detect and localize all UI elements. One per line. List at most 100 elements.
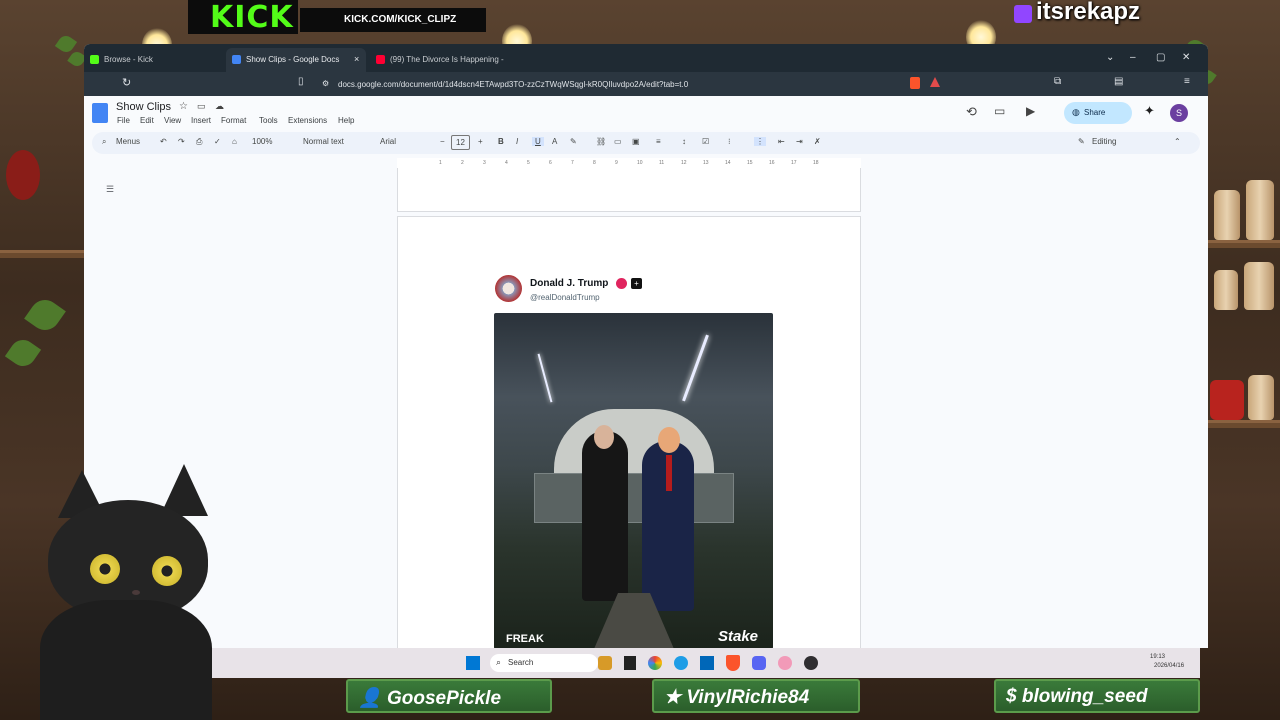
obs-icon[interactable] <box>804 656 818 670</box>
menus-search[interactable]: Menus <box>116 137 140 146</box>
man-right-head <box>658 427 680 453</box>
link-icon[interactable]: ⛓ <box>596 137 606 146</box>
paint-format-icon[interactable]: ⌂ <box>232 137 237 146</box>
account-avatar[interactable]: S <box>1170 104 1188 122</box>
chrome-icon[interactable] <box>648 656 662 670</box>
jar <box>1214 270 1238 310</box>
checklist-icon[interactable]: ☑ <box>702 137 709 146</box>
gemini-icon[interactable]: ✦ <box>1144 103 1155 119</box>
bold-icon[interactable]: B <box>498 137 504 146</box>
brave-icon[interactable] <box>726 655 740 671</box>
taskbar-search[interactable]: ⌕ Search <box>490 654 598 672</box>
store-icon[interactable] <box>700 656 714 670</box>
red-lamp <box>6 150 40 200</box>
person-icon: 👤 <box>358 688 382 709</box>
menu-tools[interactable]: Tools <box>259 116 278 125</box>
windows-start-icon[interactable] <box>466 656 480 670</box>
brave-rewards-icon[interactable] <box>930 77 940 87</box>
increase-indent-icon[interactable]: ⇥ <box>796 137 803 146</box>
edge-icon[interactable] <box>674 656 688 670</box>
lightning-bolt <box>682 334 709 402</box>
decrease-font-icon[interactable]: − <box>440 137 445 146</box>
underline-icon[interactable]: U <box>532 137 544 146</box>
red-jar <box>1210 380 1244 420</box>
share-button[interactable]: ◍ Share <box>1064 102 1132 124</box>
undo-icon[interactable]: ↶ <box>160 137 167 146</box>
ruler-tick: 4 <box>505 160 508 166</box>
document-title[interactable]: Show Clips <box>116 101 171 113</box>
brave-shield-icon[interactable] <box>910 77 920 89</box>
insert-image-icon[interactable]: ▣ <box>632 137 640 146</box>
bulleted-list-icon[interactable]: ⁝ <box>728 137 731 146</box>
ruler-tick: 6 <box>549 160 552 166</box>
menu-format[interactable]: Format <box>221 116 246 125</box>
tab-show-clips[interactable]: Show Clips - Google Docs × <box>226 48 366 72</box>
print-icon[interactable]: ⎙ <box>196 137 202 147</box>
ruler-tick: 1 <box>439 160 442 166</box>
discord-icon[interactable] <box>752 656 766 670</box>
history-icon[interactable]: ⟲ <box>966 104 977 120</box>
collapse-icon[interactable]: ⌃ <box>1174 137 1181 146</box>
menu-view[interactable]: View <box>164 116 181 125</box>
spellcheck-icon[interactable]: ✓ <box>214 137 221 146</box>
menu-edit[interactable]: Edit <box>140 116 154 125</box>
menu-help[interactable]: Help <box>338 116 354 125</box>
clock-time[interactable]: 19:13 <box>1150 654 1165 660</box>
numbered-list-icon[interactable]: ⋮ <box>754 137 766 146</box>
add-comment-icon[interactable]: ▭ <box>614 137 622 146</box>
font-select[interactable]: Arial <box>380 137 396 146</box>
close-window-icon[interactable]: ✕ <box>1182 52 1190 63</box>
star-icon[interactable]: ☆ <box>179 101 188 112</box>
style-select[interactable]: Normal text <box>303 137 344 146</box>
app-icon-pink[interactable] <box>778 656 792 670</box>
docs-logo-icon[interactable] <box>92 103 108 123</box>
reload-icon[interactable]: ↻ <box>122 76 131 89</box>
search-menus-icon[interactable]: ⌕ <box>102 137 106 147</box>
maximize-icon[interactable]: ▢ <box>1156 52 1165 63</box>
minimize-icon[interactable]: – <box>1130 52 1136 63</box>
menu-icon[interactable]: ≡ <box>1184 76 1190 87</box>
decrease-indent-icon[interactable]: ⇤ <box>778 137 785 146</box>
editing-mode-select[interactable]: Editing <box>1092 137 1116 146</box>
menu-insert[interactable]: Insert <box>191 116 211 125</box>
site-info-icon[interactable]: ⚙ <box>322 79 329 88</box>
close-tab-icon[interactable]: × <box>354 54 359 64</box>
terminal-icon[interactable] <box>624 656 636 670</box>
menu-extensions[interactable]: Extensions <box>288 116 327 125</box>
sidebar-icon[interactable]: ▤ <box>1114 76 1123 87</box>
document-canvas: ☰ 1 2 3 4 5 6 7 8 9 10 11 12 13 14 15 16 17 18 Donald J. … <box>84 158 1208 648</box>
meet-icon[interactable]: ▶ <box>1026 104 1035 118</box>
clear-format-icon[interactable]: ✗ <box>814 137 821 146</box>
ruler-tick: 3 <box>483 160 486 166</box>
man-left <box>582 431 628 601</box>
tab-label: (99) The Divorce Is Happening - You <box>390 55 504 64</box>
previous-page <box>397 168 861 212</box>
kick-url-box: KICK.COM/KICK_CLIPZ <box>300 8 486 32</box>
ruler[interactable]: 1 2 3 4 5 6 7 8 9 10 11 12 13 14 15 16 17 18 <box>397 158 861 168</box>
app-icon[interactable] <box>598 656 612 670</box>
extensions-icon[interactable]: ⧉ <box>1054 76 1061 87</box>
tab-search-icon[interactable]: ⌄ <box>1106 52 1114 63</box>
menu-file[interactable]: File <box>117 116 130 125</box>
text-color-icon[interactable]: A <box>552 137 557 146</box>
ruler-tick: 10 <box>637 160 643 166</box>
tab-kick[interactable]: Browse - Kick <box>84 48 224 72</box>
bookmark-icon[interactable]: ▯ <box>298 76 304 87</box>
outline-icon[interactable]: ☰ <box>106 184 114 195</box>
highlight-icon[interactable]: ✎ <box>570 137 577 146</box>
comments-icon[interactable]: ▭ <box>994 104 1005 118</box>
line-spacing-icon[interactable]: ↕ <box>682 137 686 146</box>
clock-date[interactable]: 2026/04/16 <box>1154 663 1184 669</box>
move-folder-icon[interactable]: ▭ <box>197 101 206 112</box>
zoom-select[interactable]: 100% <box>252 137 272 146</box>
increase-font-icon[interactable]: + <box>478 137 483 146</box>
url-field[interactable]: ⚙ docs.google.com/document/d/1d4dscn4ETA… <box>320 76 940 92</box>
document-page[interactable]: Donald J. Trump + @realDonaldTrump FREAK… <box>397 216 861 648</box>
cloud-status-icon[interactable]: ☁ <box>215 101 224 112</box>
align-icon[interactable]: ≡ <box>656 137 661 146</box>
italic-icon[interactable]: I <box>516 137 518 146</box>
tab-youtube[interactable]: (99) The Divorce Is Happening - You <box>370 48 504 72</box>
redo-icon[interactable]: ↷ <box>178 137 185 146</box>
twitch-icon <box>1014 5 1032 23</box>
font-size-field[interactable]: 12 <box>451 135 470 150</box>
